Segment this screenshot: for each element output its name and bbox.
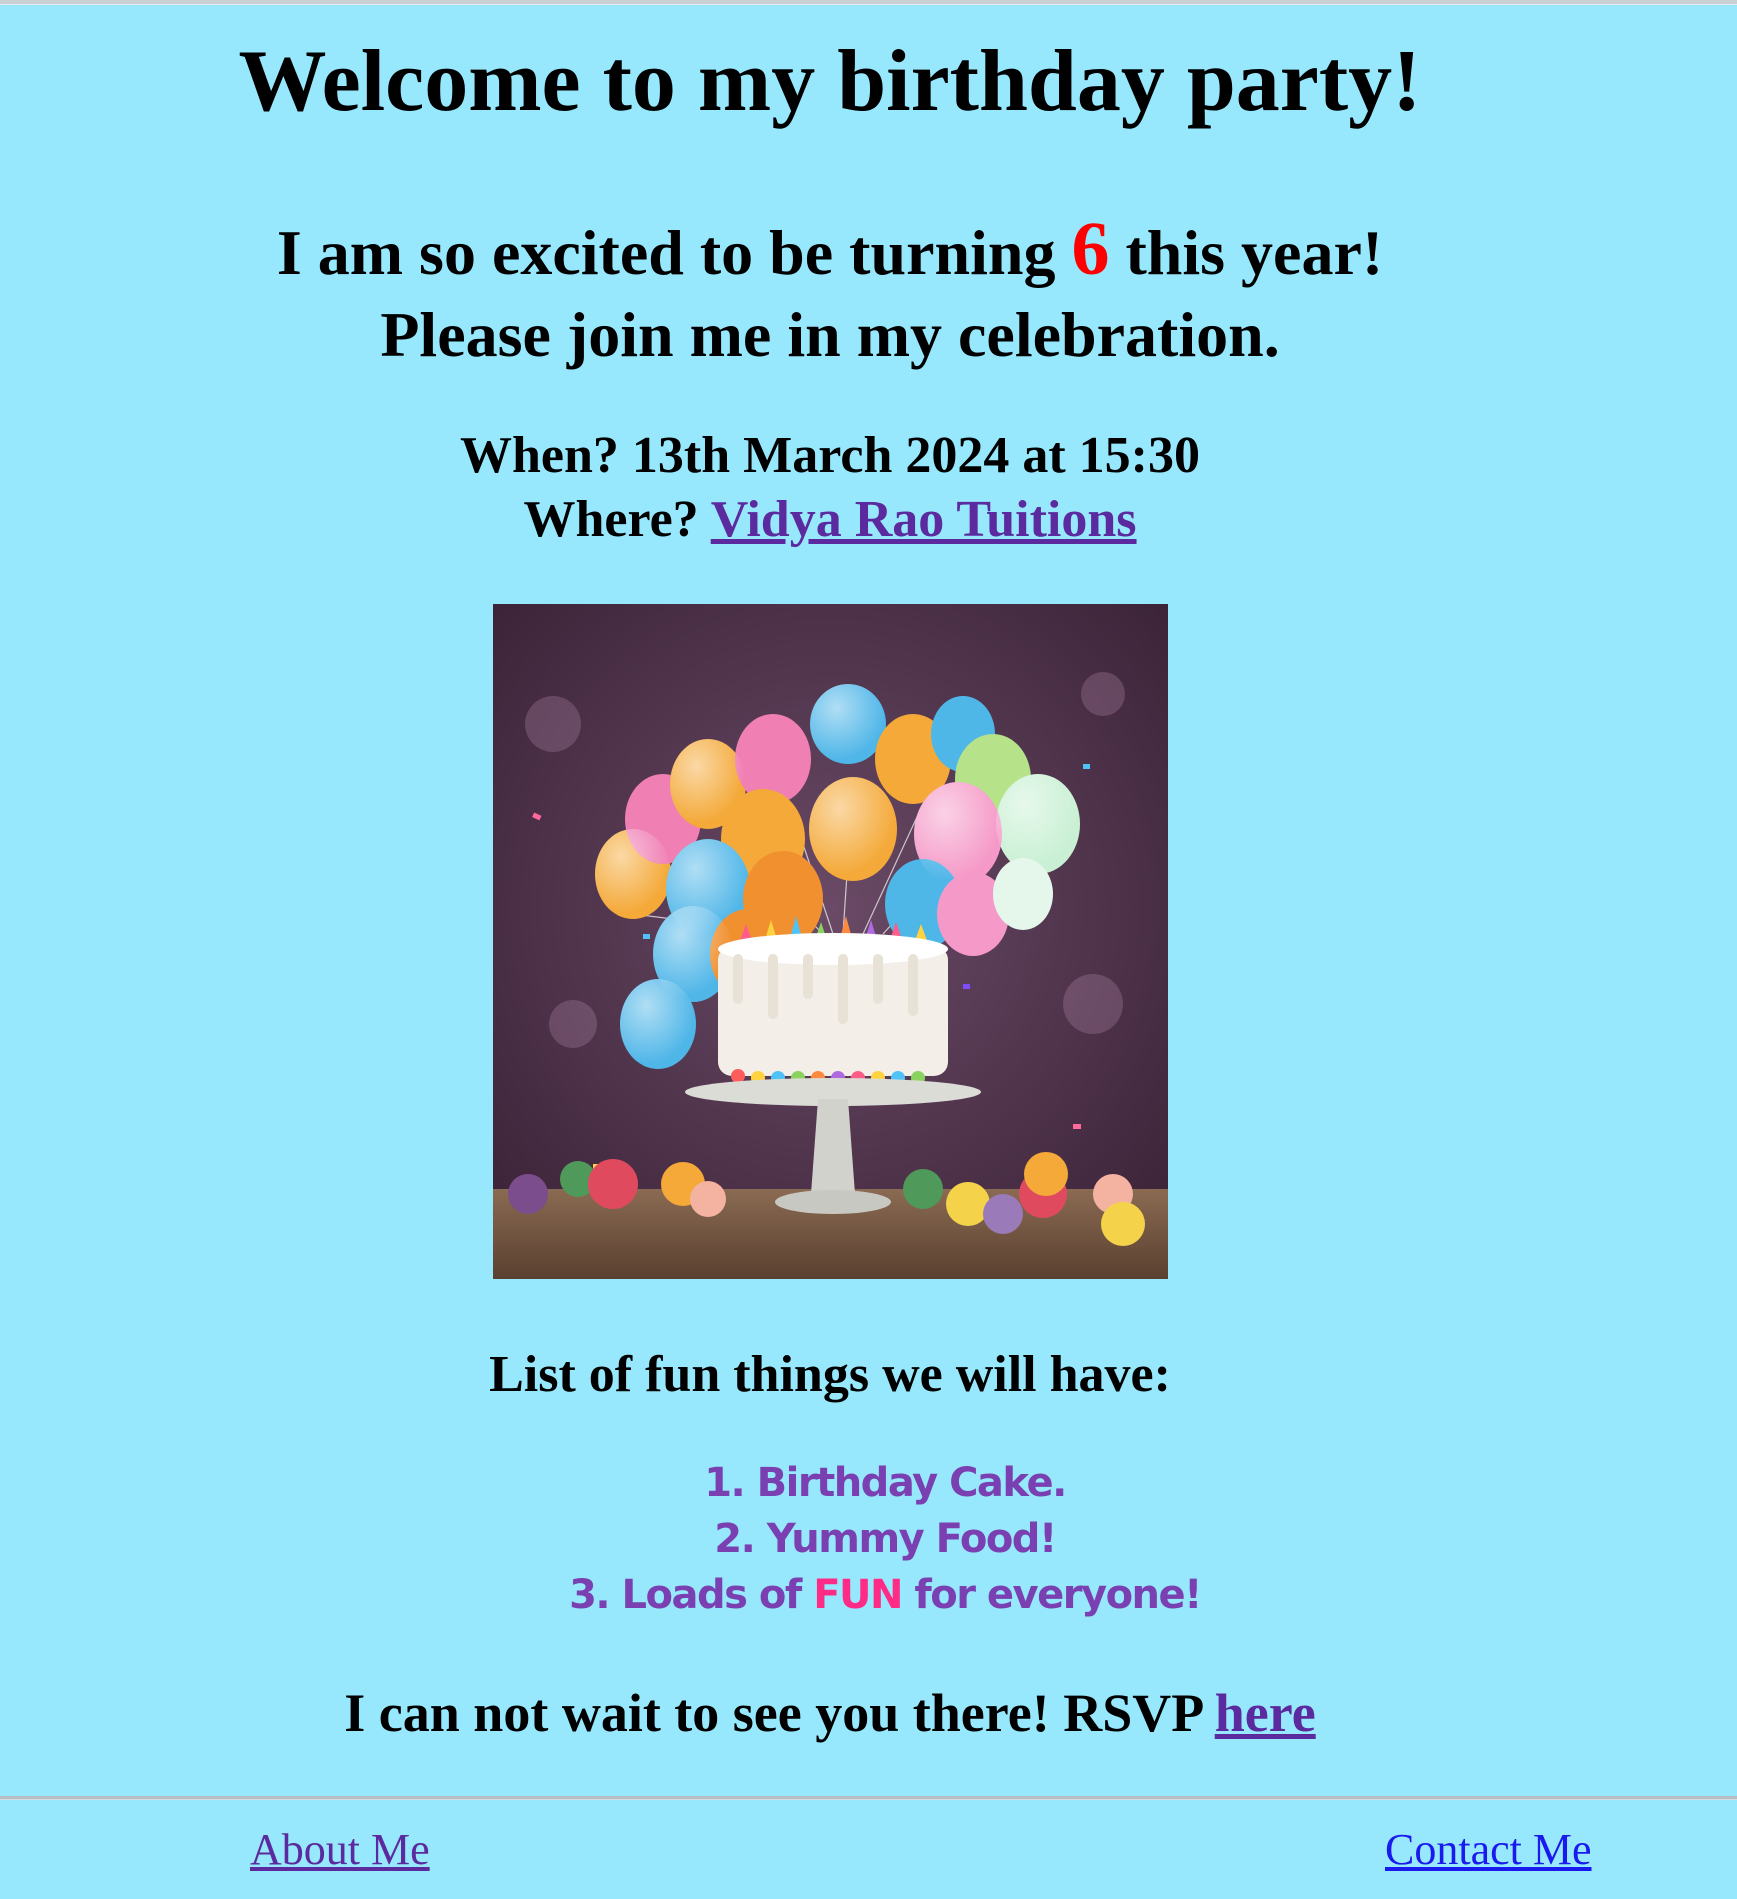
list-item-end: for everyone! [901,1572,1202,1618]
list-item: 1. Birthday Cake. [704,1460,1067,1506]
fun-highlight: FUN [813,1572,903,1618]
footer-divider [0,1796,1737,1800]
where-label: Where? [523,491,711,548]
list-item-start: 3. Loads of [569,1572,814,1618]
fun-list-heading: List of fun things we will have: [489,1346,1171,1403]
page-title: Welcome to my birthday party! [238,33,1422,130]
intro-text: I am so excited to be turning 6 this yea… [0,208,1660,376]
contact-me-link[interactable]: Contact Me [1385,1824,1592,1876]
list-item: 3. Loads of FUN for everyone! [0,1567,1737,1623]
rsvp-link[interactable]: here [1215,1683,1316,1743]
fun-things-list: 1. Birthday Cake. 2. Yummy Food! 3. Load… [0,1455,1737,1623]
about-me-link[interactable]: About Me [250,1824,430,1876]
intro-line1-start: I am so excited to be turning [276,217,1072,288]
when-text: When? 13th March 2024 at 15:30 [459,427,1200,484]
event-details: When? 13th March 2024 at 15:30 Where? Vi… [0,424,1660,552]
intro-line2: Please join me in my celebration. [380,299,1280,370]
top-divider [0,0,1737,5]
age-number: 6 [1071,207,1110,291]
list-item: 2. Yummy Food! [714,1516,1057,1562]
intro-line1-end: this year! [1109,217,1384,288]
closing-message: I can not wait to see you there! RSVP [344,1683,1215,1743]
birthday-cake-image [493,604,1168,1279]
venue-link[interactable]: Vidya Rao Tuitions [711,491,1137,548]
closing-text: I can not wait to see you there! RSVP he… [0,1676,1660,1750]
